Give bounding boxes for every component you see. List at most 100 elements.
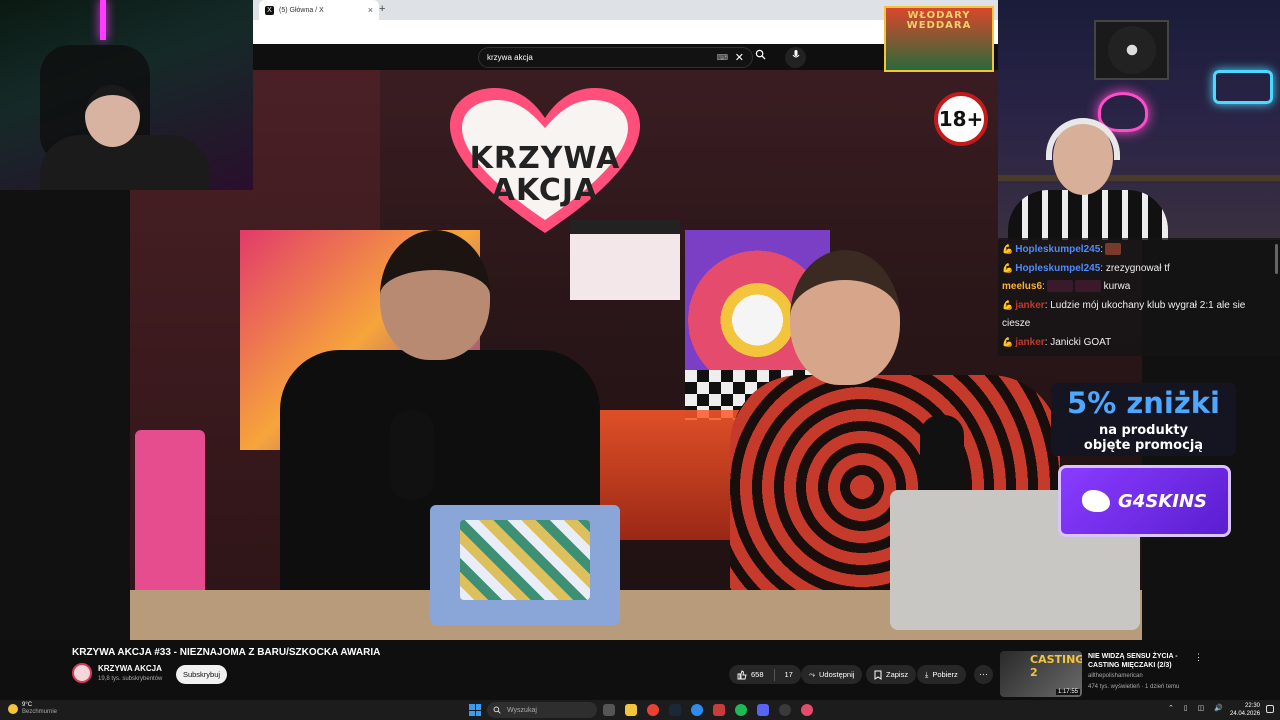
file-explorer-icon[interactable] bbox=[625, 704, 637, 716]
share-label: Udostępnij bbox=[819, 670, 855, 679]
system-tray-icons[interactable]: ⌃ ▯ ◫ 🔊 bbox=[1168, 704, 1227, 712]
more-actions-button[interactable]: ··· bbox=[974, 665, 993, 684]
chat-scrollbar[interactable] bbox=[1275, 244, 1278, 274]
video-player[interactable]: KRZYWA AKCJA 18+ bbox=[130, 70, 1142, 640]
temperature: 9°C bbox=[22, 702, 33, 708]
webcam-left bbox=[0, 0, 253, 190]
download-button[interactable]: ⤓ Pobierz bbox=[917, 665, 966, 684]
x-logo-icon: X bbox=[265, 5, 274, 15]
webcam-right bbox=[998, 0, 1280, 240]
close-tab-icon[interactable]: × bbox=[368, 5, 373, 15]
spotify-icon[interactable] bbox=[735, 704, 747, 716]
clock[interactable]: 22:30 24.04.2026 bbox=[1230, 702, 1260, 718]
chat-username: janker bbox=[1015, 337, 1045, 348]
save-button[interactable]: Zapisz bbox=[866, 665, 917, 684]
emote-icon bbox=[1105, 243, 1122, 256]
like-dislike-group: 658 17 bbox=[729, 665, 801, 684]
weather-widget[interactable]: 9°C Bezchmurnie bbox=[8, 702, 57, 716]
weather-condition: Bezchmurnie bbox=[22, 709, 58, 715]
share-button[interactable]: ⤳ Udostępnij bbox=[801, 665, 863, 684]
comment-count[interactable]: 17 bbox=[785, 670, 793, 679]
chat-overlay: 💪 Hopleskumpel245: 💪 Hopleskumpel245: zrez… bbox=[998, 238, 1280, 356]
chat-message: 💪 janker: Janicki GOAT bbox=[1002, 333, 1276, 352]
thumbnail-text: CASTING 2 bbox=[1030, 653, 1082, 679]
download-label: Pobierz bbox=[932, 670, 958, 679]
more-options-icon[interactable]: ⋮ bbox=[1194, 652, 1203, 663]
poster-line2: WEDDARA bbox=[906, 20, 972, 31]
chat-message: 💪 Hopleskumpel245: zrezygnował tf bbox=[1002, 259, 1276, 278]
browser-tab[interactable]: X (5) Główna / X × bbox=[259, 0, 379, 20]
laptop-stickers bbox=[430, 505, 620, 625]
emote-icon bbox=[1046, 280, 1073, 293]
chat-message: 💪 Hopleskumpel245: bbox=[1002, 240, 1276, 259]
search-button[interactable] bbox=[745, 47, 775, 68]
chat-text: zrezygnował tf bbox=[1105, 263, 1170, 274]
pink-tumbler bbox=[135, 430, 205, 615]
taskbar: 9°C Bezchmurnie Wyszukaj ⌃ ▯ ◫ 🔊 22:30 2… bbox=[0, 700, 1280, 720]
taskbar-search-placeholder: Wyszukaj bbox=[507, 706, 537, 714]
panther-icon bbox=[1082, 490, 1111, 512]
heart-sign bbox=[450, 88, 640, 233]
chat-separator: : bbox=[1042, 281, 1045, 292]
share-icon: ⤳ bbox=[809, 669, 815, 679]
badge-icon: 💪 bbox=[1002, 300, 1014, 310]
app-icon[interactable] bbox=[779, 704, 791, 716]
chat-separator: : bbox=[1044, 337, 1048, 348]
video-duration: 1:17:55 bbox=[1055, 689, 1080, 695]
chat-message: meelus6: kurwa bbox=[1002, 278, 1276, 296]
stream-scene: KRZYWA AKCJA 18+ X (5) Główna / X × + kr… bbox=[0, 0, 1280, 700]
edge-icon[interactable] bbox=[691, 704, 703, 716]
recommended-thumbnail[interactable]: CASTING 2 1:17:55 bbox=[1000, 651, 1082, 697]
chrome-icon[interactable] bbox=[647, 704, 659, 716]
moon-icon bbox=[8, 704, 18, 714]
promo-headline: 5% zniżki bbox=[1067, 386, 1220, 420]
search-icon bbox=[755, 49, 766, 60]
bookmark-icon bbox=[874, 670, 882, 680]
windows-start-icon[interactable] bbox=[469, 704, 481, 716]
chat-message: 💪 janker: Ludzie mój ukochany klub wygrał… bbox=[1002, 296, 1276, 333]
recommended-channel[interactable]: allthepolishamerican bbox=[1088, 673, 1143, 679]
chat-username: meelus6 bbox=[1002, 281, 1043, 292]
clock-time: 22:30 bbox=[1244, 703, 1260, 709]
microphone-left bbox=[390, 410, 434, 500]
sponsor-name: G4SKINS bbox=[1118, 490, 1207, 512]
sponsor-logo: G4SKINS bbox=[1058, 465, 1231, 537]
task-view-icon[interactable] bbox=[603, 704, 615, 716]
recommended-title[interactable]: NIE WIDZĄ SENSU ŻYCIA - CASTING MIĘCZAKI… bbox=[1088, 652, 1188, 670]
save-label: Zapisz bbox=[886, 670, 909, 679]
chat-separator: : bbox=[1100, 244, 1104, 255]
new-tab-button[interactable]: + bbox=[379, 3, 385, 15]
microphone-icon bbox=[792, 50, 799, 58]
like-button[interactable]: 658 bbox=[737, 669, 764, 680]
promo-line2: objęte promocją bbox=[1083, 438, 1204, 453]
voice-search-button[interactable] bbox=[785, 47, 806, 68]
obs-icon[interactable] bbox=[801, 704, 813, 716]
badge-icon: 💪 bbox=[1002, 263, 1014, 273]
chat-text: kurwa bbox=[1103, 281, 1131, 292]
chat-text: Janicki GOAT bbox=[1050, 337, 1112, 348]
thumbs-up-icon bbox=[737, 669, 747, 679]
search-query: krzywa akcja bbox=[487, 53, 533, 62]
video-info-bar: KRZYWA AKCJA #33 - NIEZNAJOMA Z BARU/SZK… bbox=[0, 640, 1280, 700]
subscribe-button[interactable]: Subskrybuj bbox=[176, 665, 227, 684]
notification-icon[interactable] bbox=[1266, 705, 1274, 713]
steam-icon[interactable] bbox=[669, 704, 681, 716]
promo-banner: 5% zniżki na produkty objęte promocją bbox=[1051, 383, 1236, 456]
search-icon bbox=[493, 706, 501, 714]
search-input[interactable]: krzywa akcja ⌨ ✕ bbox=[478, 47, 753, 68]
channel-avatar[interactable] bbox=[72, 663, 92, 683]
tab-title: (5) Główna / X bbox=[279, 6, 324, 14]
chat-separator: : bbox=[1044, 300, 1048, 311]
funko-shelf bbox=[600, 410, 740, 540]
taskbar-search[interactable]: Wyszukaj bbox=[487, 702, 597, 718]
age-rating-badge: 18+ bbox=[934, 92, 988, 146]
keyboard-icon[interactable]: ⌨ bbox=[716, 53, 728, 62]
clear-search-icon[interactable]: ✕ bbox=[735, 51, 744, 64]
badge-icon: 💪 bbox=[1002, 244, 1014, 254]
channel-name[interactable]: KRZYWA AKCJA bbox=[98, 664, 162, 673]
chat-username: Hopleskumpel245 bbox=[1015, 244, 1101, 255]
emote-icon bbox=[1074, 280, 1101, 293]
discord-icon[interactable] bbox=[757, 704, 769, 716]
video-title: KRZYWA AKCJA #33 - NIEZNAJOMA Z BARU/SZK… bbox=[72, 647, 381, 658]
adobe-icon[interactable] bbox=[713, 704, 725, 716]
